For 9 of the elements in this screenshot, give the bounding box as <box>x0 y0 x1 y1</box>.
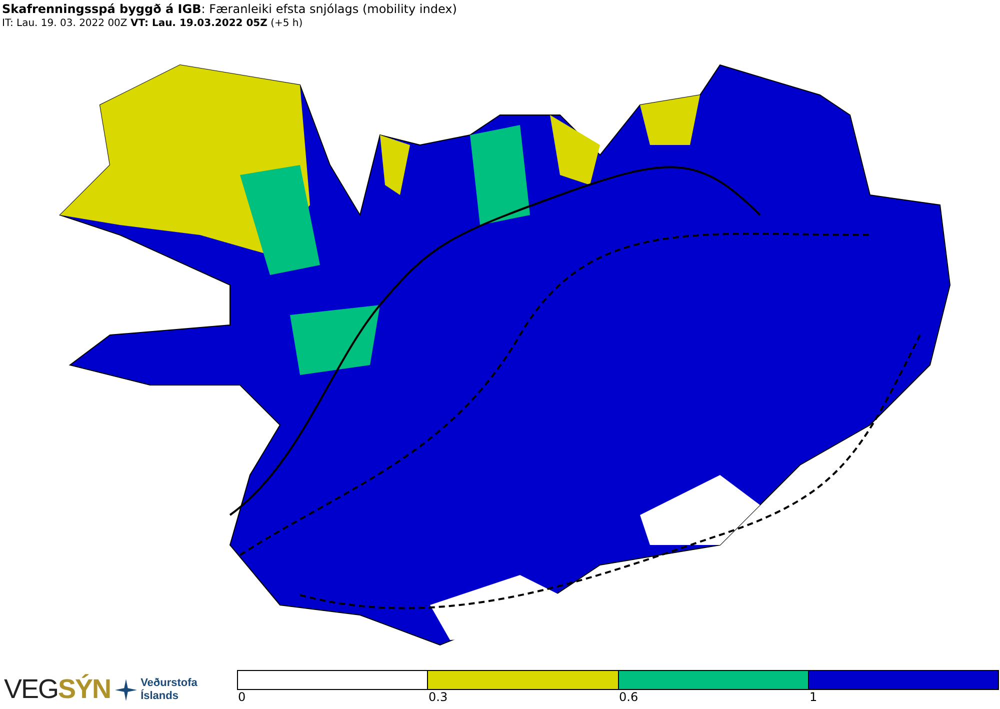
forecast-times: IT: Lau. 19. 03. 2022 00Z VT: Lau. 19.03.2022 05Z (+5 h) <box>2 17 304 31</box>
star-logo-icon <box>114 678 137 701</box>
legend-label: 1 <box>810 690 818 704</box>
legend-label: 0.6 <box>619 690 638 704</box>
vedurstofa-logo: Veðurstofa Íslands <box>140 676 198 703</box>
legend-label: 0 <box>238 690 246 704</box>
legend-label: 0.3 <box>428 690 448 704</box>
map-title: Skafrenningsspá byggð á IGB: Færanleiki efsta snjólags (mobility index) <box>2 2 458 17</box>
vegsyn-logo: VEGSÝN <box>4 674 111 706</box>
